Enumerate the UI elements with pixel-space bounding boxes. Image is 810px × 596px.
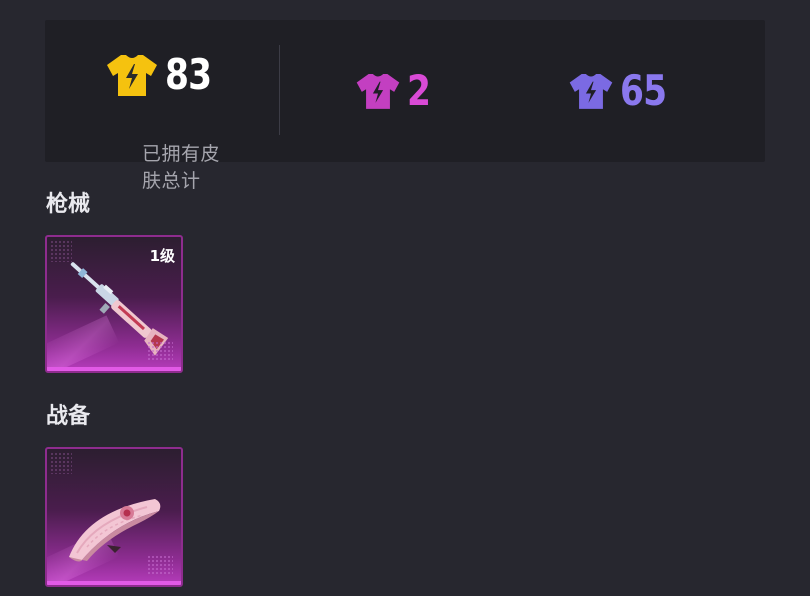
- total-skins-count: 83: [165, 50, 212, 99]
- card-rarity-bar: [47, 581, 181, 585]
- glider-skin-card[interactable]: [45, 447, 183, 587]
- purple-tshirt-icon: [569, 73, 613, 109]
- pink-skins-count: 2: [407, 66, 431, 115]
- total-skins-stat: 83 已拥有皮肤总计: [105, 50, 221, 192]
- skin-stats-panel: 83 已拥有皮肤总计 2 65: [45, 20, 765, 192]
- card-rarity-bar: [47, 367, 181, 371]
- total-skins-label: 已拥有皮肤总计: [142, 143, 221, 192]
- section-title-guns: 枪械: [46, 192, 91, 217]
- rifle-skin-level: 1级: [149, 247, 175, 265]
- rifle-skin-card[interactable]: 1级: [45, 235, 183, 373]
- stats-divider: [279, 45, 280, 135]
- yellow-tshirt-icon: [107, 55, 157, 96]
- card-dot-pattern: [147, 555, 173, 575]
- section-title-equipment: 战备: [46, 404, 91, 429]
- purple-skins-stat: 65: [568, 70, 676, 112]
- card-dot-pattern: [147, 341, 173, 361]
- purple-skins-count: 65: [620, 66, 667, 115]
- pink-skins-stat: 2: [355, 70, 435, 112]
- pink-tshirt-icon: [356, 73, 400, 109]
